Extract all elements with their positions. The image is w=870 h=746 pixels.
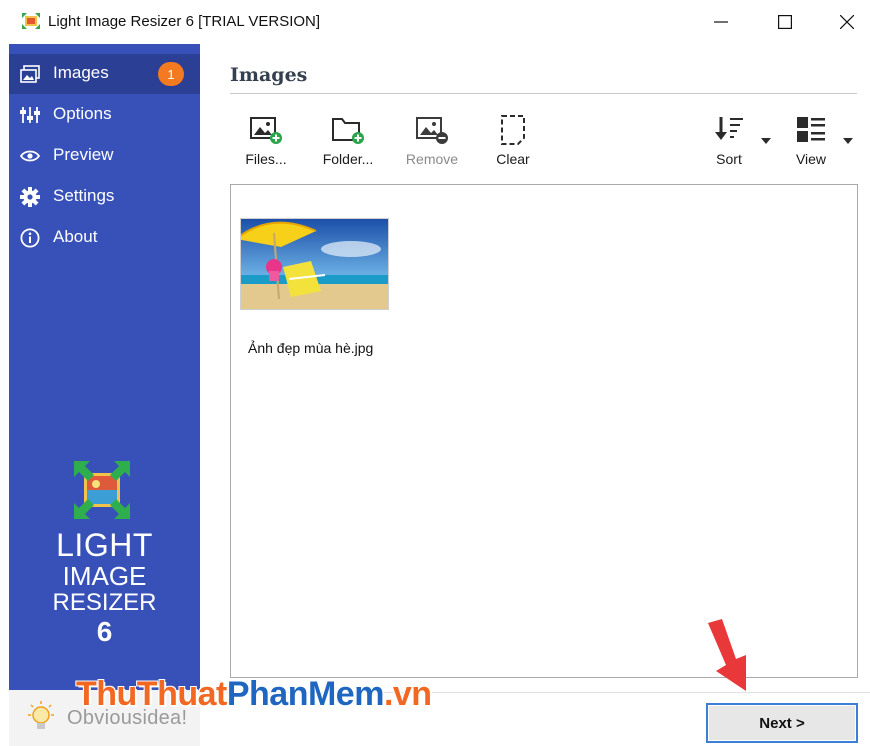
watermark-part: .vn	[383, 675, 432, 713]
sort-icon	[709, 113, 749, 147]
remove-button[interactable]: Remove	[403, 113, 461, 173]
sidebar-item-images[interactable]: Images 1	[9, 54, 200, 94]
title-bar: Light Image Resizer 6 [TRIAL VERSION]	[0, 0, 870, 44]
image-filename: Ảnh đẹp mùa hè.jpg	[248, 340, 374, 356]
sort-dropdown-icon[interactable]	[761, 137, 771, 145]
brand-text-light: LIGHT	[56, 527, 153, 563]
sidebar-item-label: Preview	[53, 145, 114, 164]
sort-button[interactable]: Sort	[706, 113, 752, 173]
app-logo-icon	[22, 13, 40, 29]
sidebar: Images 1 Options Preview Settings About	[9, 44, 200, 690]
window-title: Light Image Resizer 6 [TRIAL VERSION]	[48, 13, 321, 30]
sidebar-item-label: About	[53, 227, 98, 246]
eye-icon	[19, 146, 41, 166]
view-button[interactable]: View	[788, 113, 834, 173]
watermark-text: ThuThuatPhanMem.vn	[76, 675, 432, 714]
add-files-button[interactable]: Files...	[240, 113, 292, 173]
close-button[interactable]	[816, 0, 870, 44]
brand-text-version: 6	[96, 616, 113, 647]
image-thumbnail[interactable]	[240, 218, 389, 310]
view-dropdown-icon[interactable]	[843, 137, 853, 145]
clear-icon	[493, 113, 533, 147]
sidebar-item-settings[interactable]: Settings	[9, 177, 200, 217]
minimize-button[interactable]	[690, 0, 752, 44]
sidebar-item-options[interactable]: Options	[9, 95, 200, 135]
sidebar-item-label: Settings	[53, 186, 115, 205]
toolbar-label: Clear	[496, 151, 530, 167]
image-list-panel[interactable]: Ảnh đẹp mùa hè.jpg	[230, 184, 858, 678]
sidebar-item-label: Options	[53, 104, 112, 123]
page-title: Images	[230, 64, 308, 86]
next-button[interactable]: Next >	[706, 703, 858, 743]
sidebar-item-about[interactable]: About	[9, 218, 200, 258]
toolbar-label: Sort	[716, 151, 742, 167]
brand-text-image: IMAGE	[62, 561, 147, 591]
lightbulb-icon	[28, 701, 54, 729]
sidebar-item-preview[interactable]: Preview	[9, 136, 200, 176]
add-image-icon	[246, 113, 286, 147]
add-folder-button[interactable]: Folder...	[318, 113, 378, 173]
minimize-icon	[714, 21, 728, 23]
brand-text-resizer: RESIZER	[52, 589, 157, 616]
view-list-icon	[791, 113, 831, 147]
info-icon	[19, 228, 41, 248]
watermark-part: PhanMem	[226, 675, 385, 713]
sliders-icon	[19, 105, 41, 125]
toolbar-label: View	[795, 151, 827, 167]
close-icon	[840, 15, 854, 29]
image-count-badge: 1	[158, 62, 184, 86]
beach-thumbnail-image	[241, 219, 388, 309]
remove-image-icon	[412, 113, 452, 147]
maximize-button[interactable]	[754, 0, 816, 44]
gear-icon	[19, 187, 41, 207]
divider	[230, 93, 857, 94]
toolbar-label: Files...	[245, 151, 287, 167]
maximize-icon	[778, 15, 792, 29]
toolbar-label: Folder...	[322, 151, 374, 167]
clear-button[interactable]: Clear	[490, 113, 536, 173]
watermark-part: ThuThuat	[76, 675, 227, 713]
app-brand-logo-icon	[74, 461, 130, 519]
toolbar-label: Remove	[405, 151, 459, 167]
add-folder-icon	[328, 113, 368, 147]
red-arrow-annotation	[708, 619, 746, 691]
images-icon	[19, 64, 41, 84]
sidebar-item-label: Images	[53, 63, 109, 82]
